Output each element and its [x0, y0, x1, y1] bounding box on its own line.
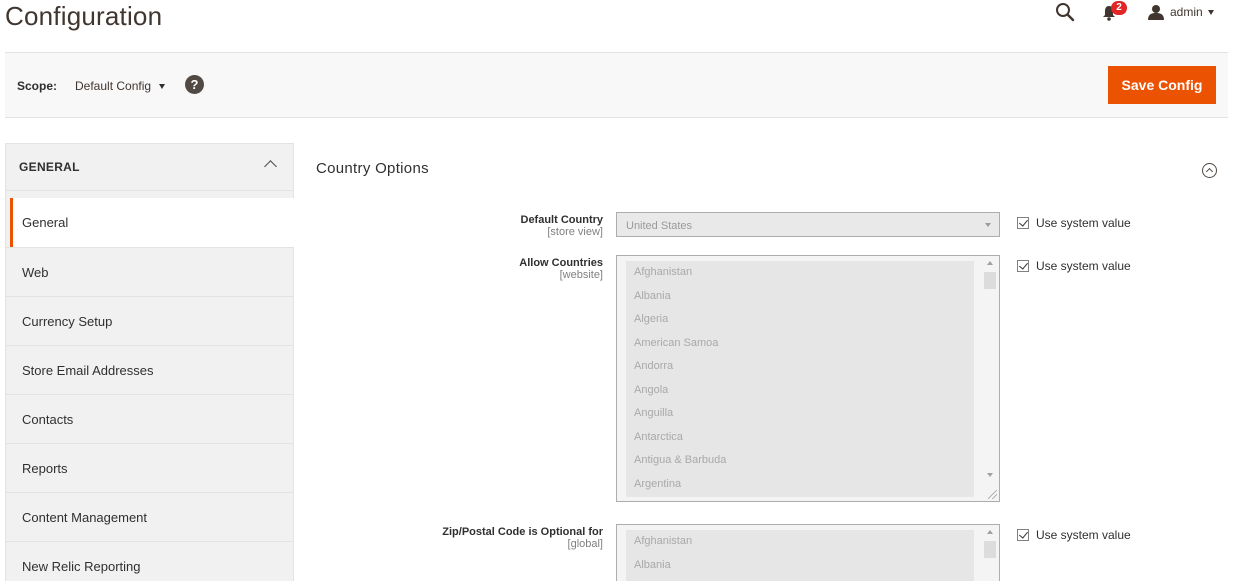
sidebar-section-title: GENERAL: [19, 160, 80, 174]
sidebar-section-general[interactable]: GENERAL: [6, 144, 293, 191]
default-country-label: Default Country [store view]: [521, 214, 604, 238]
sidebar-item-label: Currency Setup: [22, 314, 113, 329]
chevron-up-icon: [264, 160, 277, 173]
default-country-value: United States: [626, 220, 693, 232]
help-icon[interactable]: ?: [185, 75, 204, 94]
sidebar-item-reports[interactable]: Reports: [6, 443, 293, 492]
zip-optional-label: Zip/Postal Code is Optional for [global]: [442, 526, 603, 550]
use-system-label: Use system value: [1036, 216, 1131, 230]
multiselect-option[interactable]: Angola: [626, 379, 974, 403]
field-label-text: Default Country: [520, 214, 604, 226]
search-icon[interactable]: [1055, 2, 1075, 22]
sidebar-item-label: Reports: [22, 461, 68, 476]
zip-optional-multiselect[interactable]: Afghanistan Albania: [616, 524, 1000, 581]
multiselect-option[interactable]: Afghanistan: [626, 530, 974, 554]
user-name: admin: [1170, 5, 1203, 19]
user-icon: [1148, 5, 1164, 20]
field-label-text: Zip/Postal Code is Optional for: [442, 526, 603, 538]
multiselect-option[interactable]: Afghanistan: [626, 261, 974, 285]
multiselect-options: Afghanistan Albania Algeria American Sam…: [626, 261, 974, 497]
field-scope: [store view]: [547, 226, 603, 238]
multiselect-option[interactable]: Antigua & Barbuda: [626, 449, 974, 473]
sidebar-item-label: Web: [22, 265, 49, 280]
sidebar-item-web[interactable]: Web: [6, 247, 293, 296]
use-system-checkbox[interactable]: [1017, 529, 1029, 541]
scroll-up-arrow-icon[interactable]: [987, 530, 993, 534]
section-title[interactable]: Country Options: [316, 160, 429, 177]
default-country-use-system[interactable]: Use system value: [1017, 216, 1131, 230]
user-menu[interactable]: admin: [1148, 2, 1214, 22]
allow-countries-multiselect[interactable]: Afghanistan Albania Algeria American Sam…: [616, 255, 1000, 502]
use-system-label: Use system value: [1036, 259, 1131, 273]
zip-optional-use-system[interactable]: Use system value: [1017, 528, 1131, 542]
collapse-icon[interactable]: [1202, 163, 1217, 178]
default-country-select[interactable]: United States: [616, 212, 1000, 237]
scope-switcher[interactable]: Default Config: [75, 79, 166, 93]
multiselect-option[interactable]: Algeria: [626, 308, 974, 332]
allow-countries-label: Allow Countries [website]: [519, 257, 603, 281]
chevron-down-icon: [985, 223, 991, 227]
sidebar-item-label: Store Email Addresses: [22, 363, 154, 378]
use-system-checkbox[interactable]: [1017, 260, 1029, 272]
sidebar-item-general[interactable]: General: [10, 198, 294, 247]
notifications-button[interactable]: 2: [1100, 1, 1127, 23]
scrollbar-thumb[interactable]: [984, 541, 996, 558]
multiselect-option[interactable]: Argentina: [626, 473, 974, 497]
sidebar-item-contacts[interactable]: Contacts: [6, 394, 293, 443]
sidebar-item-store-email-addresses[interactable]: Store Email Addresses: [6, 345, 293, 394]
notifications-badge: 2: [1111, 1, 1127, 15]
multiselect-option[interactable]: American Samoa: [626, 332, 974, 356]
field-scope: [global]: [567, 538, 603, 550]
multiselect-option[interactable]: Albania: [626, 285, 974, 309]
field-label-text: Allow Countries: [519, 257, 603, 269]
scope-value: Default Config: [75, 79, 152, 93]
sidebar-item-label: Contacts: [22, 412, 74, 427]
scroll-down-arrow-icon[interactable]: [987, 473, 993, 477]
sidebar-item-new-relic-reporting[interactable]: New Relic Reporting: [6, 541, 293, 581]
page-title: Configuration: [5, 1, 163, 31]
scrollbar-thumb[interactable]: [984, 272, 996, 289]
sidebar-item-label: Content Management: [22, 510, 148, 525]
sidebar-items: General Web Currency Setup Store Email A…: [6, 198, 294, 581]
config-sidebar: GENERAL General Web Currency Setup Store…: [5, 143, 294, 581]
multiselect-option[interactable]: Andorra: [626, 355, 974, 379]
multiselect-option[interactable]: Albania: [626, 554, 974, 578]
multiselect-options: Afghanistan Albania: [626, 530, 974, 581]
scope-label: Scope:: [17, 79, 58, 93]
multiselect-option[interactable]: Anguilla: [626, 402, 974, 426]
sidebar-item-content-management[interactable]: Content Management: [6, 492, 293, 541]
scope-bar: Scope: Default Config ? Save Config: [5, 52, 1228, 118]
sidebar-item-currency-setup[interactable]: Currency Setup: [6, 296, 293, 345]
sidebar-item-label: New Relic Reporting: [22, 559, 141, 574]
use-system-checkbox[interactable]: [1017, 217, 1029, 229]
use-system-label: Use system value: [1036, 528, 1131, 542]
resize-grip-icon[interactable]: [988, 490, 997, 499]
chevron-down-icon: [1207, 9, 1214, 15]
save-config-button[interactable]: Save Config: [1108, 66, 1216, 104]
sidebar-item-label: General: [22, 215, 69, 230]
scroll-up-arrow-icon[interactable]: [987, 261, 993, 265]
field-scope: [website]: [559, 269, 603, 281]
chevron-down-icon: [159, 83, 166, 89]
multiselect-option[interactable]: Antarctica: [626, 426, 974, 450]
allow-countries-use-system[interactable]: Use system value: [1017, 259, 1131, 273]
